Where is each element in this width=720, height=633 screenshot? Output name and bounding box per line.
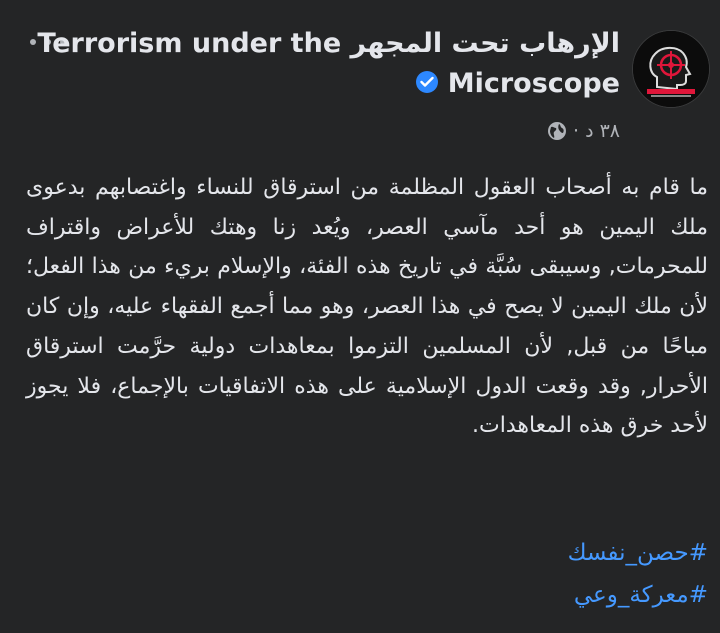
post-author[interactable]: الإرهاب تحت المجهر Terrorism under the M…	[37, 24, 620, 104]
globe-icon[interactable]	[547, 121, 567, 141]
meta-separator: ·	[573, 120, 580, 142]
author-name-english-2: Microscope	[447, 68, 620, 99]
brain-target-logo-icon	[633, 31, 709, 107]
author-name-line-2: Microscope	[80, 64, 620, 104]
hashtag-link[interactable]: #حصن_نفسك	[568, 532, 708, 574]
post-body: ما قام به أصحاب العقول المظلمة من استرقا…	[26, 175, 708, 439]
verified-badge-icon	[416, 70, 439, 93]
hashtag-list: #حصن_نفسك #معركة_وعي	[568, 532, 708, 616]
post-meta: ٣٨ د ·	[547, 120, 620, 142]
post-timestamp[interactable]: ٣٨ د	[585, 120, 620, 142]
facebook-post: الإرهاب تحت المجهر Terrorism under the M…	[0, 0, 720, 633]
author-name-arabic: الإرهاب تحت المجهر	[350, 28, 620, 59]
hashtag-link[interactable]: #معركة_وعي	[568, 574, 708, 616]
author-name-line-1: الإرهاب تحت المجهر Terrorism under the	[37, 24, 620, 64]
page-avatar[interactable]	[632, 30, 710, 108]
author-name-english: Terrorism under the	[37, 28, 342, 59]
dot-icon	[30, 39, 36, 45]
